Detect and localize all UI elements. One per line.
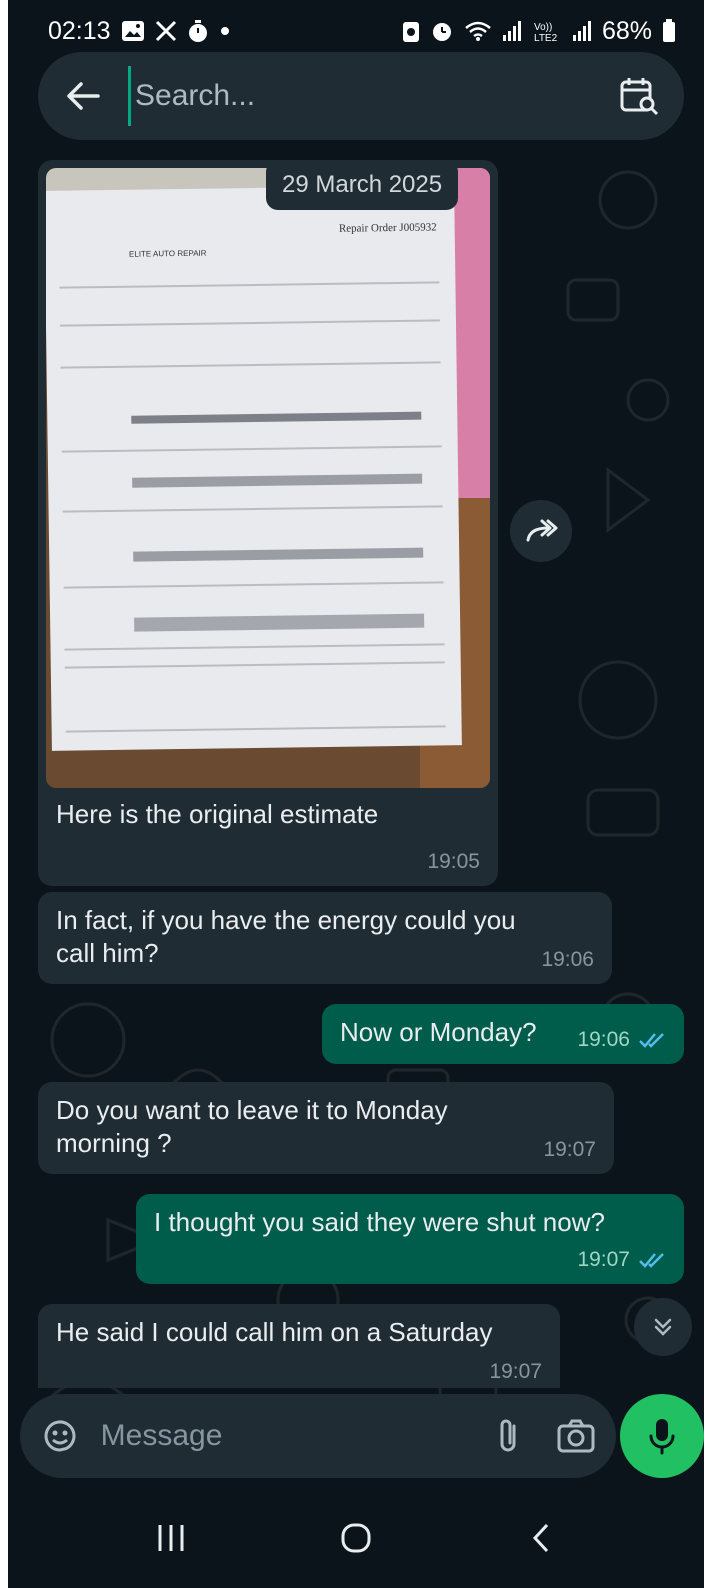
clock: 02:13: [48, 16, 111, 45]
home-icon: [341, 1523, 371, 1553]
sticker-icon: [44, 1420, 76, 1452]
svg-text:LTE2: LTE2: [534, 33, 558, 43]
forward-icon: [526, 519, 558, 542]
image-caption: Here is the original estimate: [56, 799, 379, 829]
calendar-search-icon: [620, 78, 659, 116]
camera-button[interactable]: [553, 1410, 598, 1462]
microphone-icon: [649, 1419, 675, 1455]
gallery-icon: [121, 21, 144, 41]
chat-screen: 02:13 Vo)) LTE2 68% Search... Repair Ord…: [8, 0, 704, 1588]
timer-icon: [188, 20, 207, 42]
attach-button[interactable]: [487, 1410, 532, 1462]
date-chip: 29 March 2025: [266, 160, 459, 210]
search-bar: [38, 52, 684, 140]
incoming-message[interactable]: He said I could call him on a Saturday 1…: [38, 1304, 560, 1388]
camera-icon: [557, 1419, 595, 1453]
message-text: In fact, if you have the energy could yo…: [56, 905, 516, 968]
x-icon: [155, 20, 176, 42]
voice-message-button[interactable]: [620, 1394, 704, 1478]
outgoing-message[interactable]: Now or Monday? 19:06: [322, 1004, 684, 1064]
scroll-to-bottom-button[interactable]: [634, 1298, 692, 1356]
message-composer: [20, 1394, 616, 1478]
repair-order-title: Repair Order J005932: [338, 221, 437, 235]
wifi-icon: [465, 21, 491, 41]
double-check-icon: [639, 1032, 664, 1048]
message-time: 19:05: [427, 850, 480, 873]
paperclip-icon: [500, 1419, 516, 1452]
double-check-icon: [639, 1252, 664, 1268]
message-time: 19:06: [577, 1023, 666, 1056]
signal-icon: [502, 21, 521, 41]
arrow-left-icon: [67, 82, 100, 110]
message-time: 19:07: [543, 1138, 596, 1161]
signal-icon: [572, 21, 591, 41]
message-text: Now or Monday?: [340, 1017, 537, 1047]
outgoing-message[interactable]: I thought you said they were shut now? 1…: [136, 1194, 684, 1284]
svg-text:Vo)): Vo)): [534, 22, 552, 33]
recent-apps-button[interactable]: [126, 1503, 216, 1573]
search-input[interactable]: [128, 66, 594, 126]
double-chevron-down-icon: [654, 1318, 672, 1336]
forward-button[interactable]: [510, 500, 572, 562]
message-time: 19:07: [577, 1243, 666, 1276]
battery-saver-icon: [402, 22, 419, 42]
back-button[interactable]: [38, 52, 128, 140]
dot-icon: [220, 27, 229, 35]
message-text: I thought you said they were shut now?: [154, 1207, 605, 1237]
message-time: 19:06: [541, 948, 594, 971]
battery-icon: [663, 19, 675, 42]
image-message[interactable]: Repair Order J005932 ELITE AUTO REPAIR H…: [38, 160, 498, 886]
incoming-message[interactable]: In fact, if you have the energy could yo…: [38, 892, 612, 984]
message-text: He said I could call him on a Saturday: [56, 1317, 493, 1347]
home-button[interactable]: [311, 1503, 401, 1573]
search-by-date-button[interactable]: [594, 52, 684, 140]
chevron-left-icon: [533, 1523, 549, 1553]
alarm-icon: [432, 23, 451, 41]
volte-icon: Vo))LTE2: [534, 22, 558, 43]
shop-name: ELITE AUTO REPAIR: [128, 248, 207, 259]
message-time: 19:07: [489, 1360, 542, 1383]
back-nav-button[interactable]: [496, 1503, 586, 1573]
estimate-photo[interactable]: Repair Order J005932 ELITE AUTO REPAIR: [46, 168, 490, 788]
battery-percent: 68%: [601, 16, 652, 45]
message-text: Do you want to leave it to Monday morning…: [56, 1095, 448, 1158]
recents-icon: [158, 1525, 184, 1551]
system-navigation-bar: [8, 1488, 704, 1588]
incoming-message[interactable]: Do you want to leave it to Monday morning…: [38, 1082, 614, 1174]
repair-order-document: Repair Order J005932 ELITE AUTO REPAIR: [46, 185, 462, 751]
sticker-button[interactable]: [38, 1410, 83, 1462]
message-input[interactable]: [100, 1419, 487, 1453]
